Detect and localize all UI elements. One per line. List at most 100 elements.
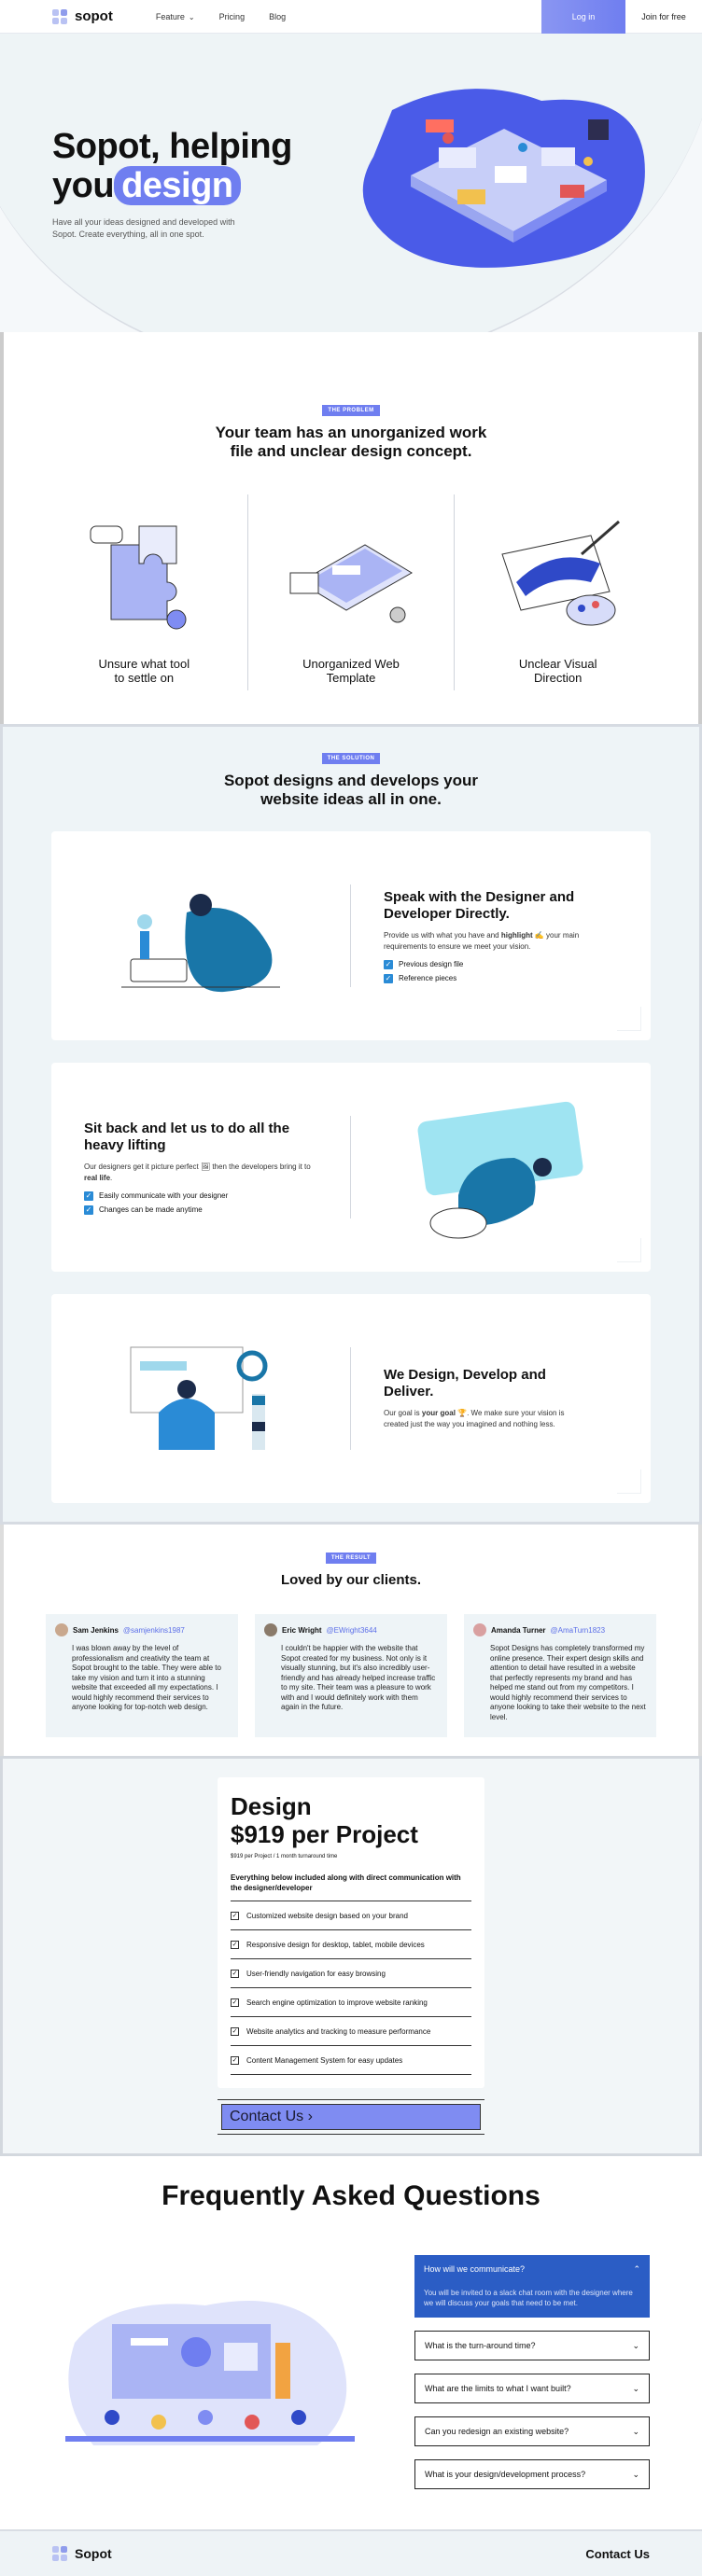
hero-section: Sopot, helping you design Have all your i… xyxy=(0,34,702,332)
testimonial-handle[interactable]: @EWright3644 xyxy=(327,1626,377,1635)
card-description: Our designers get it picture perfect 🖼 t… xyxy=(84,1162,317,1184)
problem-section: THE PROBLEM Your team has an unorganized… xyxy=(0,332,702,724)
faq-item[interactable]: What is your design/development process?… xyxy=(414,2459,650,2489)
chevron-down-icon: ⌄ xyxy=(632,2340,639,2350)
checkbox-checked-icon: ✓ xyxy=(84,1204,93,1215)
result-tag: THE RESULT xyxy=(325,1553,377,1564)
faq-item[interactable]: What are the limits to what I want built… xyxy=(414,2374,650,2403)
nav-link-blog[interactable]: Blog xyxy=(269,12,286,21)
chevron-right-icon: › xyxy=(307,2109,313,2124)
solution-card: Sit back and let us to do all the heavy … xyxy=(51,1063,651,1272)
footer-contact-link[interactable]: Contact Us xyxy=(585,2547,650,2561)
problem-tag: THE PROBLEM xyxy=(322,405,380,416)
pricing-feature: ✓ Customized website design based on your… xyxy=(231,1901,471,1930)
pricing-features-heading: Everything below included along with dir… xyxy=(231,1873,471,1901)
faq-question: What is your design/development process? xyxy=(425,2470,586,2479)
web-template-icon xyxy=(289,544,413,623)
avatar xyxy=(55,1623,68,1636)
checkbox-icon: ✓ xyxy=(231,1940,239,1949)
faq-answer: You will be invited to a slack chat room… xyxy=(424,2289,633,2307)
checklist-label: Easily communicate with your designer xyxy=(99,1191,229,1200)
card-desc-bold: real life xyxy=(84,1173,111,1182)
footer-brand: Sopot xyxy=(75,2546,112,2561)
faq-item[interactable]: Can you redesign an existing website? ⌄ xyxy=(414,2416,650,2446)
faq-question: Can you redesign an existing website? xyxy=(425,2427,569,2436)
hero-title-highlight: design xyxy=(114,166,241,205)
testimonial-handle[interactable]: @samjenkins1987 xyxy=(123,1626,185,1635)
card-description: Our goal is your goal 🏆. We make sure yo… xyxy=(384,1408,589,1430)
solution-tag: THE SOLUTION xyxy=(321,753,381,764)
pricing-feature: ✓ User-friendly navigation for easy brows… xyxy=(231,1959,471,1988)
card-checklist: ✓ Easily communicate with your designer ✓… xyxy=(84,1191,317,1215)
brand-logo[interactable]: sopot xyxy=(52,8,113,24)
card-text: Sit back and let us to do all the heavy … xyxy=(84,1121,317,1215)
pricing-feature-label: Website analytics and tracking to measur… xyxy=(246,2026,431,2036)
card-corner-decoration xyxy=(617,1469,641,1494)
card-desc-part: . xyxy=(110,1173,113,1182)
isometric-office-illustration xyxy=(362,89,645,268)
pricing-feature: ✓ Content Management System for easy upda… xyxy=(231,2046,471,2075)
testimonial-header: Amanda Turner @AmaTurn1823 xyxy=(473,1623,647,1636)
pricing-title: Design $919 per Project xyxy=(231,1792,471,1848)
testimonial-name: Sam Jenkins xyxy=(73,1625,119,1635)
hero-title: Sopot, helping you design xyxy=(52,127,332,205)
palette-brush-icon xyxy=(501,520,620,626)
card-content: We Design, Develop and Deliver. Our goal… xyxy=(351,1294,650,1503)
faq-item-open[interactable]: How will we communicate? ⌃ You will be in… xyxy=(414,2255,650,2318)
contact-us-button[interactable]: Contact Us › xyxy=(221,2104,481,2130)
footer-logo[interactable]: Sopot xyxy=(52,2546,112,2561)
login-button[interactable]: Log in xyxy=(541,0,625,34)
faq-title: Frequently Asked Questions xyxy=(161,2180,541,2211)
pricing-feature-label: Customized website design based on your … xyxy=(246,1911,408,1920)
pricing-subtitle: $919 per Project / 1 month turnaround ti… xyxy=(231,1854,338,1859)
nav-links: Feature ⌄ Pricing Blog xyxy=(156,12,286,21)
nav-link-pricing[interactable]: Pricing xyxy=(219,12,246,21)
pricing-title-line1: Design xyxy=(231,1792,312,1820)
pricing-feature-label: User-friendly navigation for easy browsi… xyxy=(246,1969,386,1978)
problem-label: Unclear Visual Direction xyxy=(518,657,597,685)
pricing-feature: ✓ Website analytics and tracking to measu… xyxy=(231,2017,471,2046)
footer: Sopot Contact Us xyxy=(0,2529,702,2576)
faq-question: What are the limits to what I want built… xyxy=(425,2384,571,2393)
checklist-item: ✓ Previous design file xyxy=(384,959,617,969)
problem-items: Unsure what tool to settle on Unorganize… xyxy=(4,494,698,690)
problem-item: Unsure what tool to settle on xyxy=(41,494,247,690)
chevron-down-icon: ⌄ xyxy=(632,2426,639,2436)
checklist-label: Changes can be made anytime xyxy=(99,1205,203,1214)
checkbox-checked-icon: ✓ xyxy=(384,973,393,983)
logo-icon xyxy=(52,8,67,24)
card-description: Provide us with what you have and highli… xyxy=(384,930,617,953)
testimonial-text: I couldn't be happier with the website t… xyxy=(281,1644,436,1711)
solution-card: Speak with the Designer and Developer Di… xyxy=(51,831,651,1040)
faq-item[interactable]: What is the turn-around time? ⌄ xyxy=(414,2331,650,2360)
faq-section: Frequently Asked Questions How will we c… xyxy=(0,2156,702,2529)
card-content: Speak with the Designer and Developer Di… xyxy=(351,831,650,1040)
checklist-item: ✓ Changes can be made anytime xyxy=(84,1204,317,1215)
problem-item: Unclear Visual Direction xyxy=(454,494,661,690)
problem-item: Unorganized Web Template xyxy=(246,494,455,690)
contact-us-label: Contact Us xyxy=(230,2109,304,2124)
checkbox-icon: ✓ xyxy=(231,1911,239,1920)
card-desc-part: Our designers get it picture perfect 🖼 t… xyxy=(84,1162,311,1171)
nav-actions: Log in Join for free xyxy=(541,0,702,34)
card-corner-decoration xyxy=(617,1007,641,1031)
pricing-title-line2: $919 per Project xyxy=(231,1820,418,1848)
card-illustration xyxy=(51,1294,350,1503)
checklist-label: Reference pieces xyxy=(399,974,457,982)
nav-link-feature[interactable]: Feature ⌄ xyxy=(156,12,195,21)
pricing-card: Design $919 per Project $919 per Project… xyxy=(218,1777,484,2088)
testimonial-handle[interactable]: @AmaTurn1823 xyxy=(551,1626,606,1635)
heavy-lifting-illustration xyxy=(417,1101,583,1239)
brand-name: sopot xyxy=(75,8,113,24)
card-corner-decoration xyxy=(617,1238,641,1262)
problem-label: Unsure what tool to settle on xyxy=(98,657,190,685)
join-button[interactable]: Join for free xyxy=(625,0,702,34)
logo-icon xyxy=(52,2546,67,2561)
hero-title-you: you xyxy=(52,166,115,205)
chevron-down-icon: ⌄ xyxy=(188,12,195,21)
checkbox-icon: ✓ xyxy=(231,1969,239,1978)
deliver-illustration xyxy=(130,1346,268,1450)
checkbox-icon: ✓ xyxy=(231,2026,239,2036)
chevron-up-icon: ⌃ xyxy=(633,2264,640,2274)
checklist-item: ✓ Easily communicate with your designer xyxy=(84,1191,317,1201)
